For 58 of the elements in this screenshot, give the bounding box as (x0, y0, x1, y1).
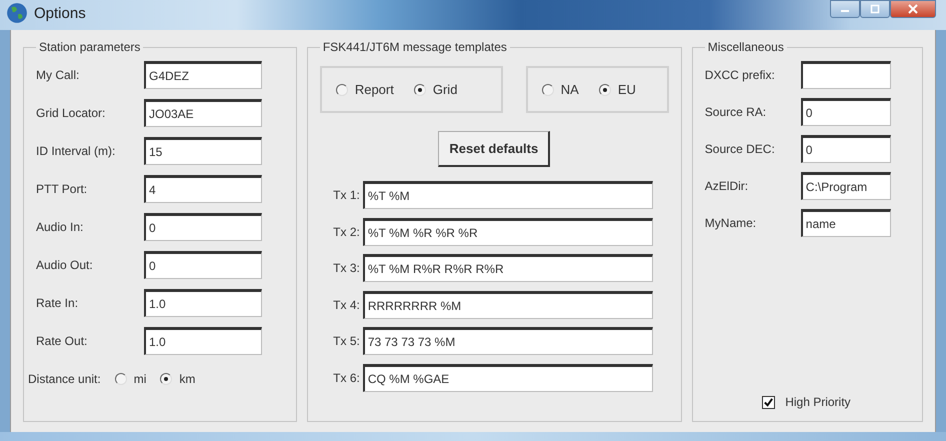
close-button[interactable] (890, 0, 936, 18)
input-field[interactable]: JO03AE (144, 99, 262, 127)
globe-icon (6, 2, 28, 24)
field-label: My Call: (36, 68, 80, 82)
input-field[interactable]: 73 73 73 73 %M (362, 327, 653, 356)
high-priority-checkbox[interactable]: High Priority (762, 395, 851, 409)
radio-button[interactable]: km (160, 372, 196, 386)
field-label: MyName: (704, 216, 758, 230)
radio-button[interactable]: Report (336, 82, 394, 97)
minimize-button[interactable] (830, 0, 860, 18)
input-field[interactable]: name (800, 208, 891, 236)
field-label: Distance unit: (28, 372, 101, 386)
radio-button[interactable]: Grid (414, 82, 458, 97)
radio-button[interactable]: mi (114, 372, 146, 386)
field-label: Tx 5: (332, 334, 360, 348)
input-field[interactable]: 1.0 (144, 327, 262, 355)
field-label: Rate Out: (36, 334, 88, 348)
field-label: Tx 2: (332, 224, 360, 239)
input-field[interactable]: %T %M %R %R %R (362, 218, 653, 246)
input-field[interactable]: 0 (800, 98, 891, 126)
field-label: PTT Port: (36, 182, 88, 196)
input-field[interactable]: RRRRRRRR %M (362, 290, 653, 319)
group-title: Station parameters (38, 40, 142, 54)
group-title: Miscellaneous (706, 40, 785, 54)
reset-defaults-button[interactable]: Reset defaults (438, 131, 550, 167)
field-label: Source DEC: (704, 142, 776, 156)
field-label: Audio Out: (36, 258, 94, 272)
window-title: Options (34, 4, 86, 22)
input-field[interactable]: 0 (144, 213, 262, 241)
maximize-icon (870, 4, 880, 14)
input-field[interactable]: G4DEZ (144, 61, 262, 89)
field-label: AzElDir: (704, 178, 750, 192)
input-field[interactable]: 1.0 (144, 289, 262, 317)
field-label: Tx 1: (332, 188, 360, 202)
radio-button[interactable]: NA (542, 82, 579, 97)
maximize-button[interactable] (860, 0, 890, 18)
input-field[interactable]: 4 (144, 175, 262, 203)
group-title: FSK441/JT6M message templates (322, 40, 508, 54)
close-icon (908, 4, 918, 14)
field-label: Tx 3: (332, 261, 360, 276)
input-field[interactable]: %T %M (362, 181, 653, 210)
field-label: Rate In: (36, 296, 80, 310)
field-label: Grid Locator: (36, 106, 106, 120)
input-field[interactable]: 0 (800, 134, 891, 162)
input-field[interactable]: 15 (144, 137, 262, 165)
field-label: Tx 6: (332, 370, 360, 385)
input-field[interactable]: %T %M R%R R%R R%R (362, 254, 653, 282)
input-field[interactable] (800, 60, 891, 88)
checkmark-icon (763, 396, 774, 408)
field-label: Audio In: (36, 220, 84, 234)
field-label: DXCC prefix: (704, 68, 776, 82)
input-field[interactable]: 0 (144, 251, 262, 279)
field-label: ID Interval (m): (36, 144, 116, 158)
radio-button[interactable]: EU (598, 82, 636, 97)
field-label: Tx 4: (332, 298, 360, 312)
input-field[interactable]: CQ %M %GAE (362, 364, 653, 392)
input-field[interactable]: C:\Program (800, 172, 891, 200)
field-label: Source RA: (704, 104, 768, 118)
